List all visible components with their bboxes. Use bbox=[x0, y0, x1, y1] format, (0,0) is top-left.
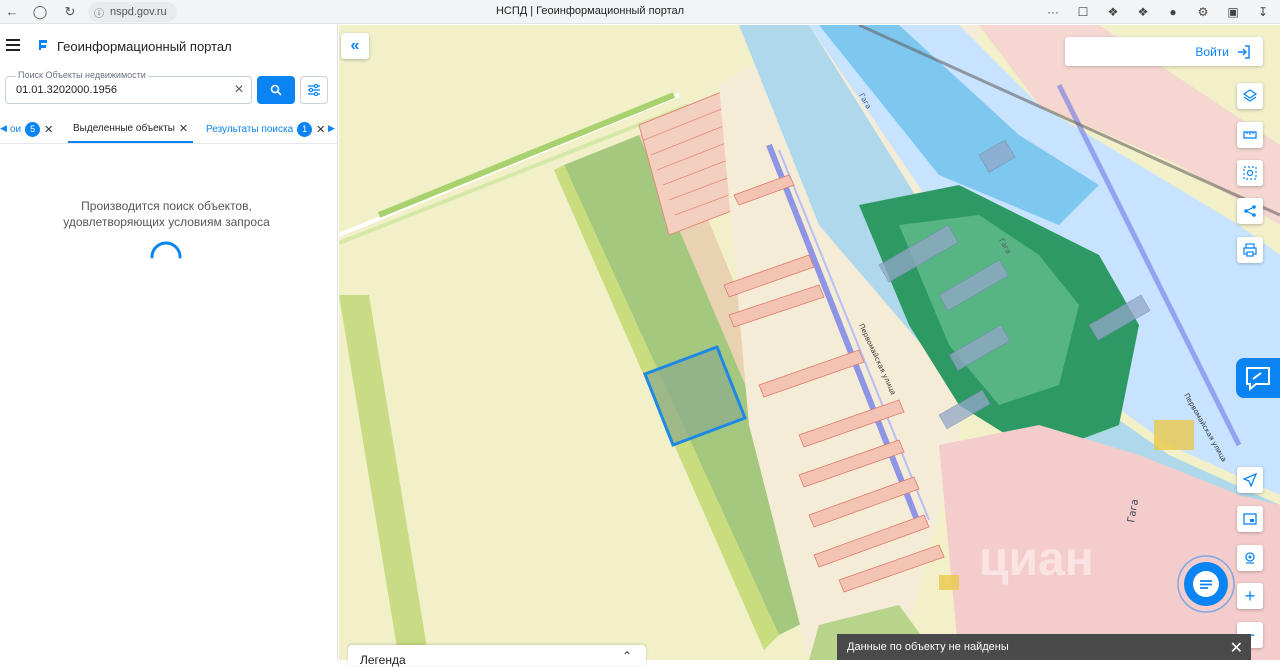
tab-layers[interactable]: ои 5 ✕ bbox=[10, 115, 53, 143]
extension-icon[interactable]: ❖ bbox=[1132, 2, 1154, 22]
site-info-icon[interactable]: ⓘ bbox=[94, 5, 104, 20]
header: Геоинформационный портал bbox=[0, 25, 338, 67]
clear-icon[interactable]: × bbox=[232, 82, 246, 98]
collections-icon[interactable]: ▣ bbox=[1222, 2, 1244, 22]
tabs-right-arrow-icon[interactable]: ▶ bbox=[328, 123, 335, 134]
search-button[interactable] bbox=[257, 76, 295, 104]
login-button[interactable]: Войти bbox=[1065, 37, 1263, 66]
share-icon bbox=[1244, 205, 1256, 217]
filter-button[interactable] bbox=[300, 76, 328, 104]
geolocation-icon bbox=[1245, 552, 1255, 564]
share-button[interactable] bbox=[1237, 198, 1263, 224]
map-layers: Первомайская улица Первомайская улица Га… bbox=[339, 25, 1280, 660]
divider bbox=[0, 143, 338, 144]
logo-icon bbox=[39, 40, 47, 50]
collapse-sidebar-button[interactable]: « bbox=[341, 33, 369, 59]
close-icon[interactable]: ✕ bbox=[179, 122, 188, 135]
reload-icon[interactable]: ↻ bbox=[58, 0, 82, 24]
layers-button[interactable] bbox=[1237, 83, 1263, 109]
loading-spinner-icon bbox=[150, 241, 182, 259]
search-value[interactable]: 01.01.3202000.1956 bbox=[16, 84, 117, 96]
locate-button[interactable] bbox=[1237, 467, 1263, 493]
tab-label: Результаты поиска bbox=[206, 123, 294, 135]
tab-selected-objects[interactable]: Выделенные объекты ✕ bbox=[68, 115, 194, 143]
assistant-icon bbox=[1246, 367, 1270, 391]
chevron-up-icon[interactable]: ⌃ bbox=[622, 649, 632, 663]
assistant-tab[interactable] bbox=[1236, 358, 1280, 398]
menu-icon[interactable] bbox=[6, 39, 20, 51]
loading-message: Производится поиск объектов, удовлетворя… bbox=[0, 198, 333, 230]
area-select-button[interactable] bbox=[1237, 160, 1263, 186]
shield-icon[interactable]: ◯ bbox=[28, 0, 52, 24]
zoom-in-button[interactable]: + bbox=[1237, 583, 1263, 609]
tab-badge: 1 bbox=[297, 121, 313, 137]
results-tabs: ◀ ои 5 ✕ Выделенные объекты ✕ Результаты… bbox=[0, 115, 338, 143]
close-icon[interactable]: ✕ bbox=[44, 123, 53, 136]
page-title: НСПД | Геоинформационный портал bbox=[495, 5, 685, 17]
navigation-icon bbox=[1243, 473, 1257, 487]
download-icon[interactable]: ↧ bbox=[1252, 2, 1274, 22]
bookmark-icon[interactable]: ☐ bbox=[1072, 2, 1094, 22]
tab-label: Выделенные объекты bbox=[73, 122, 175, 134]
ruler-button[interactable] bbox=[1237, 122, 1263, 148]
extension-icon[interactable]: ● bbox=[1162, 2, 1184, 22]
legend-panel[interactable]: Легенда ⌃ bbox=[348, 645, 646, 667]
tab-label: ои bbox=[10, 123, 22, 135]
double-chevron-left-icon: « bbox=[350, 37, 360, 54]
tab-badge: 5 bbox=[25, 121, 41, 137]
more-icon[interactable]: ··· bbox=[1042, 2, 1064, 22]
url-text: nspd.gov.ru bbox=[110, 6, 167, 18]
chat-button[interactable] bbox=[1176, 554, 1236, 614]
minimap-icon bbox=[1243, 513, 1257, 525]
search-icon bbox=[270, 84, 282, 96]
login-label: Войти bbox=[1195, 44, 1229, 59]
geolocation-button[interactable] bbox=[1237, 545, 1263, 571]
close-icon[interactable]: ✕ bbox=[316, 123, 325, 136]
tabs-left-arrow-icon[interactable]: ◀ bbox=[0, 123, 7, 134]
extension-icon[interactable]: ❖ bbox=[1102, 2, 1124, 22]
tab-search-results[interactable]: Результаты поиска 1 ✕ bbox=[206, 115, 325, 143]
app-title: Геоинформационный портал bbox=[57, 39, 232, 54]
print-icon bbox=[1243, 243, 1257, 257]
plus-icon: + bbox=[1244, 586, 1256, 606]
loading-line: Производится поиск объектов, bbox=[81, 199, 252, 213]
address-bar[interactable]: ⓘ nspd.gov.ru bbox=[88, 2, 177, 22]
minimap-button[interactable] bbox=[1237, 506, 1263, 532]
filter-icon bbox=[308, 84, 320, 96]
area-select-icon bbox=[1243, 166, 1257, 180]
sidebar: Геоинформационный портал Поиск Объекты н… bbox=[0, 25, 338, 660]
watermark: циан bbox=[979, 533, 1094, 586]
loading-line: удовлетворяющих условиям запроса bbox=[63, 215, 270, 229]
ruler-icon bbox=[1243, 131, 1257, 139]
search-input[interactable]: Поиск Объекты недвижимости 01.01.3202000… bbox=[5, 70, 252, 104]
notification-toast: Данные по объекту не найдены ✕ bbox=[837, 634, 1251, 660]
map-canvas[interactable]: Первомайская улица Первомайская улица Га… bbox=[339, 25, 1280, 660]
close-icon[interactable]: ✕ bbox=[1230, 638, 1243, 658]
back-icon[interactable]: ← bbox=[0, 0, 24, 24]
legend-title: Легенда bbox=[360, 653, 406, 667]
puzzle-icon[interactable]: ⚙ bbox=[1192, 2, 1214, 22]
search-label: Поиск Объекты недвижимости bbox=[16, 70, 148, 80]
toast-message: Данные по объекту не найдены bbox=[847, 641, 1009, 653]
browser-toolbar: ← ◯ ↻ ⓘ nspd.gov.ru НСПД | Геоинформацио… bbox=[0, 0, 1280, 24]
layers-icon bbox=[1243, 89, 1257, 102]
login-icon bbox=[1238, 44, 1250, 59]
print-button[interactable] bbox=[1237, 237, 1263, 263]
